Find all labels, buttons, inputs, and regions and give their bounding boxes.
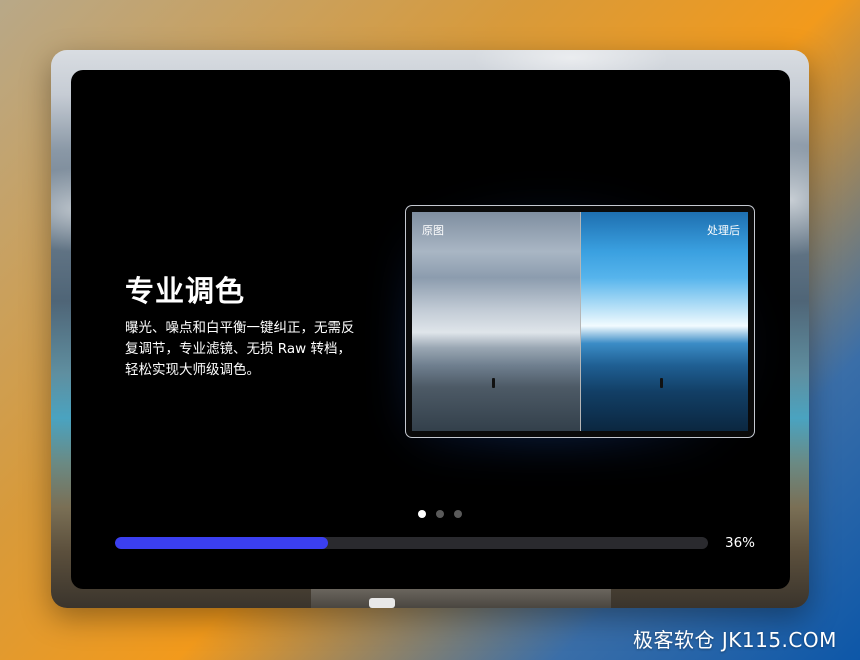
feature-title: 专业调色: [125, 274, 246, 308]
after-label: 处理后: [707, 224, 740, 237]
installer-panel: 专业调色 曝光、噪点和白平衡一键纠正，无需反复调节，专业滤镜、无损 Raw 转档…: [71, 70, 790, 589]
carousel-dot[interactable]: [436, 510, 444, 518]
carousel-indicator: [418, 510, 462, 518]
original-photo: [412, 212, 580, 431]
photo-figure: [492, 378, 495, 388]
before-label: 原图: [422, 224, 444, 237]
background-vehicle: [369, 598, 395, 608]
feature-description: 曝光、噪点和白平衡一键纠正，无需反复调节，专业滤镜、无损 Raw 转档，轻松实现…: [125, 320, 355, 378]
install-progress-bar: [115, 537, 708, 549]
before-after-comparison: 原图 处理后: [405, 205, 755, 438]
photo-figure: [660, 378, 663, 388]
carousel-dot[interactable]: [418, 510, 426, 518]
comparison-divider[interactable]: [580, 212, 581, 431]
site-watermark: 极客软仓 JK115.COM: [633, 628, 837, 652]
processed-photo: [581, 212, 748, 431]
install-progress-fill: [115, 537, 329, 549]
install-progress-text: 36%: [725, 535, 756, 551]
background-road: [311, 586, 611, 608]
carousel-dot[interactable]: [454, 510, 462, 518]
